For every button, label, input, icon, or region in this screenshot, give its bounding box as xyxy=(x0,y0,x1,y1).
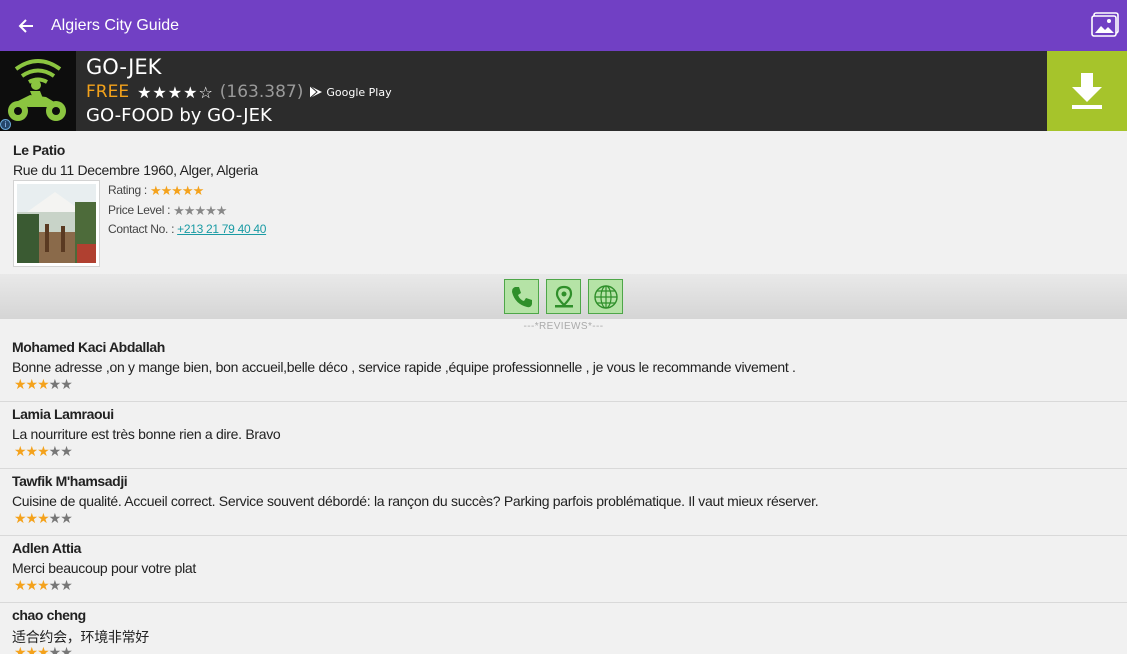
review-stars: ★★★★★ xyxy=(14,644,73,654)
place-meta: Rating : ★★★★★ Price Level : ★★★★★ Conta… xyxy=(108,181,266,240)
map-pin-icon xyxy=(554,285,573,307)
ad-text: GO-JEK FREE ★★★★☆ (163.387) Google Play … xyxy=(86,55,392,127)
reviewer-name: Lamia Lamraoui xyxy=(12,406,114,422)
review-stars-empty: ★★ xyxy=(48,443,73,459)
ad-info-icon[interactable]: i xyxy=(0,119,11,130)
review-text: Merci beaucoup pour votre plat xyxy=(12,560,196,576)
review-stars-filled: ★★★ xyxy=(14,376,50,392)
reviewer-name: Mohamed Kaci Abdallah xyxy=(12,339,165,355)
price-level-stars: ★★★★★ xyxy=(173,202,227,218)
review-stars-empty: ★★ xyxy=(48,577,73,593)
review-stars: ★★★★★ xyxy=(14,376,73,393)
gojek-app-icon: i xyxy=(0,51,76,131)
action-bar xyxy=(0,274,1127,319)
review-stars-filled: ★★★ xyxy=(14,577,50,593)
review-item: Tawfik M'hamsadji Cuisine de qualité. Ac… xyxy=(0,469,1127,536)
review-stars-empty: ★★ xyxy=(48,644,73,654)
google-play-label: Google Play xyxy=(326,85,392,99)
review-item: chao cheng 适合约会，环境非常好 ★★★★★ xyxy=(0,603,1127,654)
review-stars-filled: ★★★ xyxy=(14,443,50,459)
review-text: Cuisine de qualité. Accueil correct. Ser… xyxy=(12,493,819,509)
reviews-list: Mohamed Kaci Abdallah Bonne adresse ,on … xyxy=(0,335,1127,654)
review-stars-empty: ★★ xyxy=(48,376,73,392)
phone-icon xyxy=(511,286,532,307)
ad-app-name: GO-JEK xyxy=(86,55,162,79)
contact-label: Contact No. : xyxy=(108,222,175,236)
ad-price: FREE xyxy=(86,82,130,102)
review-stars-filled: ★★★ xyxy=(14,644,50,654)
download-icon xyxy=(1072,73,1102,109)
review-stars: ★★★★★ xyxy=(14,443,73,460)
reviewer-name: chao cheng xyxy=(12,607,86,623)
google-play-logo: Google Play xyxy=(309,85,392,99)
place-details: Le Patio Rue du 11 Decembre 1960, Alger,… xyxy=(0,131,1127,274)
ad-rating-stars: ★★★★☆ xyxy=(137,82,214,102)
review-stars-filled: ★★★ xyxy=(14,510,50,526)
price-level-label: Price Level : xyxy=(108,202,171,217)
ad-banner[interactable]: i GO-JEK FREE ★★★★☆ (163.387) Google Pla… xyxy=(0,51,1127,131)
review-item: Mohamed Kaci Abdallah Bonne adresse ,on … xyxy=(0,335,1127,402)
website-button[interactable] xyxy=(588,279,623,314)
place-name: Le Patio xyxy=(13,142,66,158)
review-stars: ★★★★★ xyxy=(14,577,73,594)
place-address: Rue du 11 Decembre 1960, Alger, Algeria xyxy=(13,162,258,178)
place-rating-stars: ★★★★★ xyxy=(149,183,204,198)
review-item: Lamia Lamraoui La nourriture est très bo… xyxy=(0,402,1127,469)
image-gallery-icon[interactable] xyxy=(1091,12,1119,38)
ad-rating-count: (163.387) xyxy=(219,82,304,102)
page-title: Algiers City Guide xyxy=(51,16,180,34)
reviews-header: ---*REVIEWS*--- xyxy=(523,321,604,332)
reviewer-name: Tawfik M'hamsadji xyxy=(12,473,128,489)
arrow-back-icon[interactable] xyxy=(9,0,43,51)
review-item: Adlen Attia Merci beaucoup pour votre pl… xyxy=(0,536,1127,603)
review-stars: ★★★★★ xyxy=(14,510,73,527)
place-photo[interactable] xyxy=(13,180,100,267)
globe-icon xyxy=(593,284,618,309)
map-button[interactable] xyxy=(546,279,581,314)
review-text: Bonne adresse ,on y mange bien, bon accu… xyxy=(12,359,796,375)
review-text: La nourriture est très bonne rien a dire… xyxy=(12,426,281,442)
rating-label: Rating : xyxy=(108,183,147,197)
contact-phone-link[interactable]: +213 21 79 40 40 xyxy=(177,220,266,240)
ad-subtitle: GO-FOOD by GO-JEK xyxy=(86,105,272,126)
download-button[interactable] xyxy=(1047,51,1127,131)
call-button[interactable] xyxy=(504,279,539,314)
reviewer-name: Adlen Attia xyxy=(12,540,81,556)
app-bar: Algiers City Guide xyxy=(0,0,1127,51)
review-stars-empty: ★★ xyxy=(48,510,73,526)
